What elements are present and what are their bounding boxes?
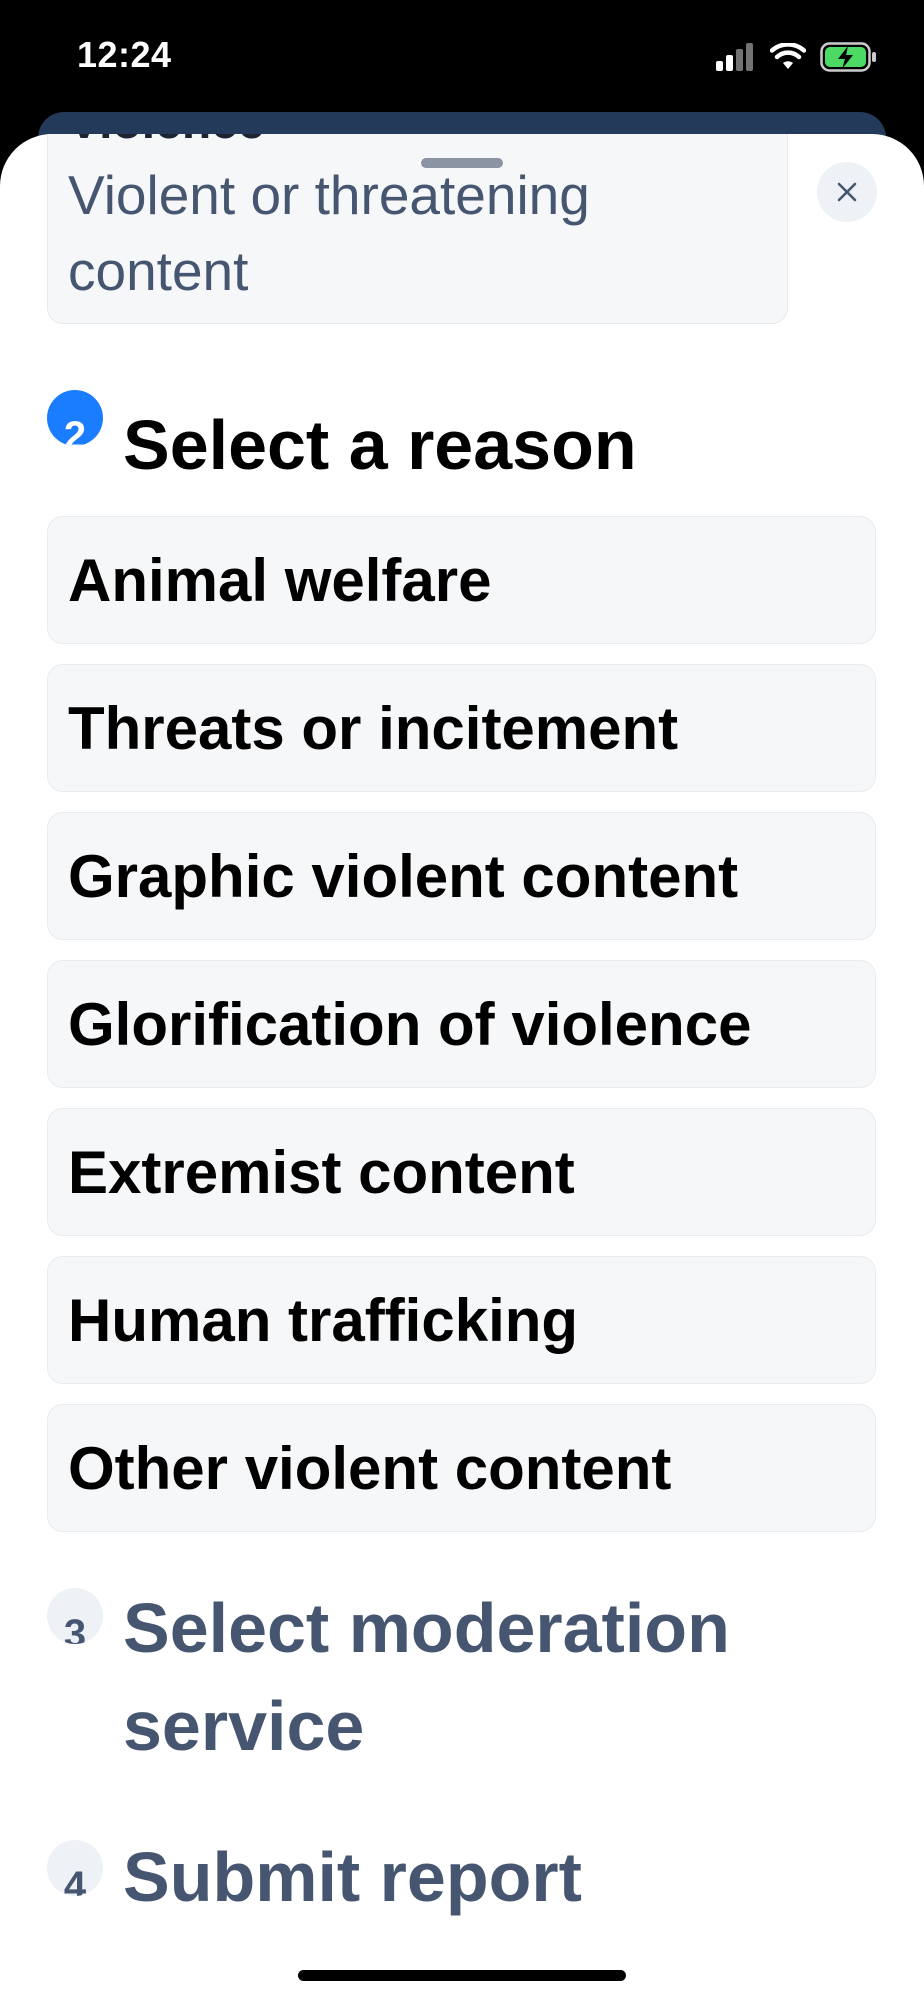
step-4-title: Submit report: [123, 1838, 582, 1916]
step-3-title: Select moderation service: [123, 1589, 730, 1765]
category-title: Violence: [68, 134, 265, 150]
signal-icon: [716, 43, 753, 71]
status-bar: 12:24: [0, 0, 924, 130]
reason-option[interactable]: Glorification of violence: [47, 960, 876, 1088]
reason-option[interactable]: Threats or incitement: [47, 664, 876, 792]
step-4-indicator: 4: [47, 1840, 103, 1896]
category-description: Violent or threatening content: [68, 164, 590, 302]
step-2-indicator: 2: [47, 390, 103, 446]
home-indicator: [298, 1970, 626, 1981]
drag-handle[interactable]: [421, 158, 503, 168]
close-button[interactable]: [817, 162, 877, 222]
status-icons: [716, 40, 878, 74]
reason-option[interactable]: Human trafficking: [47, 1256, 876, 1384]
step-2-number: 2: [63, 413, 87, 447]
close-icon: [837, 182, 857, 202]
reason-option[interactable]: Animal welfare: [47, 516, 876, 644]
reason-option[interactable]: Extremist content: [47, 1108, 876, 1236]
reason-option[interactable]: Graphic violent content: [47, 812, 876, 940]
step-3-indicator: 3: [47, 1588, 103, 1644]
status-time: 12:24: [77, 34, 172, 75]
reason-option[interactable]: Other violent content: [47, 1404, 876, 1532]
report-sheet: Violence Violent or threatening content …: [0, 134, 924, 2000]
step-2-title: Select a reason: [123, 406, 637, 484]
wifi-icon: [770, 43, 806, 69]
step-4-number: 4: [63, 1863, 87, 1897]
selected-category-card[interactable]: Violence Violent or threatening content: [47, 134, 788, 324]
step-3-number: 3: [63, 1611, 87, 1645]
battery-charging-icon: [820, 42, 876, 72]
